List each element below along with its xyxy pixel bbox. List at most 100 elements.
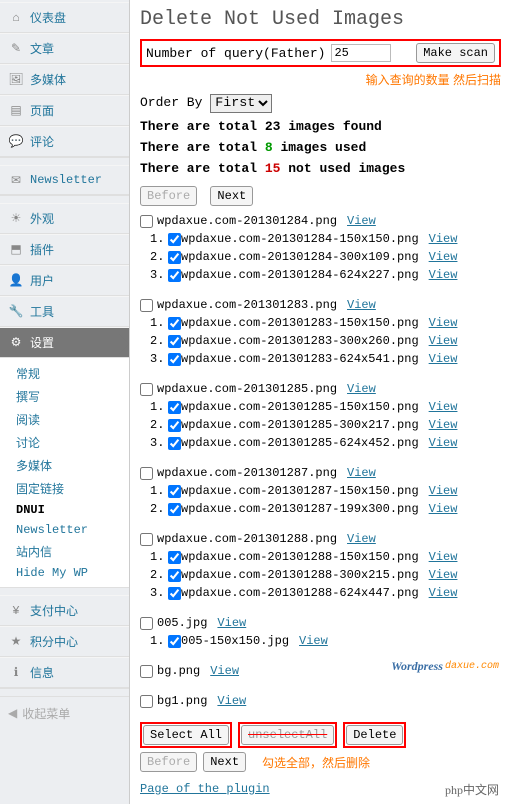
file-sub-checkbox[interactable] — [168, 551, 181, 564]
sidebar-item-mail[interactable]: ✉Newsletter — [0, 165, 129, 195]
sidebar-item-point[interactable]: ★积分中心 — [0, 626, 129, 657]
file-sub-line: 3.wpdaxue.com-201301288-624x447.pngView — [150, 584, 501, 602]
sidebar-item-pin[interactable]: ✎文章 — [0, 33, 129, 64]
sidebar-item-settings[interactable]: ⚙设置 — [0, 327, 129, 358]
view-link[interactable]: View — [429, 418, 458, 432]
view-link[interactable]: View — [429, 250, 458, 264]
file-sub-checkbox[interactable] — [168, 401, 181, 414]
file-sub-checkbox[interactable] — [168, 353, 181, 366]
file-checkbox[interactable] — [140, 215, 153, 228]
view-link[interactable]: View — [429, 484, 458, 498]
query-input[interactable] — [331, 44, 391, 62]
sidebar-sub-item[interactable]: 多媒体 — [0, 454, 129, 477]
make-scan-button[interactable]: Make scan — [416, 43, 495, 63]
unselect-all-button[interactable]: unselectAll — [241, 725, 334, 745]
view-link[interactable]: View — [429, 400, 458, 414]
file-sub-checkbox[interactable] — [168, 269, 181, 282]
view-link[interactable]: View — [210, 664, 239, 678]
file-sub-checkbox[interactable] — [168, 335, 181, 348]
collapse-menu[interactable]: ◀ 收起菜单 — [0, 696, 129, 730]
stat-found: There are total 23 images found — [140, 119, 501, 134]
sub-index: 1. — [150, 634, 168, 648]
sidebar-item-media[interactable]: 🖼多媒体 — [0, 64, 129, 95]
order-by-row: Order By First — [140, 94, 501, 113]
before-button[interactable]: Before — [140, 186, 197, 206]
sidebar-item-comment[interactable]: 💬评论 — [0, 126, 129, 157]
sidebar-sub-item[interactable]: 阅读 — [0, 408, 129, 431]
file-checkbox[interactable] — [140, 695, 153, 708]
sidebar-item-label: 工具 — [30, 303, 54, 320]
plugin-page-link[interactable]: Page of the plugin — [140, 782, 270, 796]
view-link[interactable]: View — [429, 550, 458, 564]
main-content: Delete Not Used Images Number of query(F… — [130, 0, 511, 804]
order-by-select[interactable]: First — [210, 94, 272, 113]
view-link[interactable]: View — [429, 232, 458, 246]
file-sub-name: wpdaxue.com-201301288-150x150.png — [181, 550, 419, 564]
sidebar-item-plugin[interactable]: ⬒插件 — [0, 234, 129, 265]
watermark-wpdaxue: Wordpressdaxue.com — [391, 659, 499, 674]
view-link[interactable]: View — [217, 694, 246, 708]
sidebar-item-tools[interactable]: 🔧工具 — [0, 296, 129, 327]
sidebar-item-appearance[interactable]: ☀外观 — [0, 203, 129, 234]
view-link[interactable]: View — [429, 316, 458, 330]
file-checkbox[interactable] — [140, 617, 153, 630]
view-link[interactable]: View — [429, 568, 458, 582]
view-link[interactable]: View — [347, 298, 376, 312]
view-link[interactable]: View — [429, 334, 458, 348]
sidebar-item-pay[interactable]: ¥支付中心 — [0, 595, 129, 626]
action-row: Select All unselectAll Delete — [140, 722, 501, 748]
view-link[interactable]: View — [217, 616, 246, 630]
sidebar-sub-item[interactable]: 站内信 — [0, 540, 129, 563]
sub-index: 3. — [150, 586, 168, 600]
view-link[interactable]: View — [429, 352, 458, 366]
file-checkbox[interactable] — [140, 665, 153, 678]
file-sub-checkbox[interactable] — [168, 233, 181, 246]
view-link[interactable]: View — [347, 214, 376, 228]
view-link[interactable]: View — [429, 268, 458, 282]
sidebar-sub-item[interactable]: 固定链接 — [0, 477, 129, 500]
sidebar-sub-item[interactable]: 讨论 — [0, 431, 129, 454]
file-sub-checkbox[interactable] — [168, 503, 181, 516]
sidebar-item-users[interactable]: 👤用户 — [0, 265, 129, 296]
sidebar-item-info[interactable]: ℹ信息 — [0, 657, 129, 688]
sub-index: 1. — [150, 484, 168, 498]
file-name: bg1.png — [157, 694, 207, 708]
file-sub-checkbox[interactable] — [168, 419, 181, 432]
view-link[interactable]: View — [347, 466, 376, 480]
file-sub-checkbox[interactable] — [168, 587, 181, 600]
view-link[interactable]: View — [347, 532, 376, 546]
file-sub-line: 2.wpdaxue.com-201301287-199x300.pngView — [150, 500, 501, 518]
file-sub-checkbox[interactable] — [168, 317, 181, 330]
file-sub-checkbox[interactable] — [168, 251, 181, 264]
next-button-bottom[interactable]: Next — [203, 752, 246, 772]
file-checkbox[interactable] — [140, 467, 153, 480]
watermark-php: php中文网 — [445, 781, 499, 798]
sub-index: 1. — [150, 232, 168, 246]
file-sub-checkbox[interactable] — [168, 437, 181, 450]
file-sub-name: wpdaxue.com-201301284-300x109.png — [181, 250, 419, 264]
select-all-button[interactable]: Select All — [143, 725, 229, 745]
sidebar-sub-item[interactable]: Newsletter — [0, 520, 129, 540]
view-link[interactable]: View — [299, 634, 328, 648]
sidebar-item-label: 多媒体 — [30, 71, 66, 88]
view-link[interactable]: View — [429, 502, 458, 516]
before-button-bottom[interactable]: Before — [140, 752, 197, 772]
sidebar-sub-item[interactable]: 撰写 — [0, 385, 129, 408]
file-name: wpdaxue.com-201301285.png — [157, 382, 337, 396]
sidebar-sub-item[interactable]: DNUI — [0, 500, 129, 520]
file-checkbox[interactable] — [140, 299, 153, 312]
sidebar-item-dash[interactable]: ⌂仪表盘 — [0, 2, 129, 33]
sidebar-sub-item[interactable]: 常规 — [0, 362, 129, 385]
view-link[interactable]: View — [429, 436, 458, 450]
file-checkbox[interactable] — [140, 533, 153, 546]
delete-button[interactable]: Delete — [346, 725, 403, 745]
file-sub-checkbox[interactable] — [168, 569, 181, 582]
file-sub-checkbox[interactable] — [168, 485, 181, 498]
sidebar-item-page[interactable]: ▤页面 — [0, 95, 129, 126]
view-link[interactable]: View — [429, 586, 458, 600]
file-sub-checkbox[interactable] — [168, 635, 181, 648]
file-checkbox[interactable] — [140, 383, 153, 396]
sidebar-sub-item[interactable]: Hide My WP — [0, 563, 129, 583]
next-button[interactable]: Next — [210, 186, 253, 206]
view-link[interactable]: View — [347, 382, 376, 396]
